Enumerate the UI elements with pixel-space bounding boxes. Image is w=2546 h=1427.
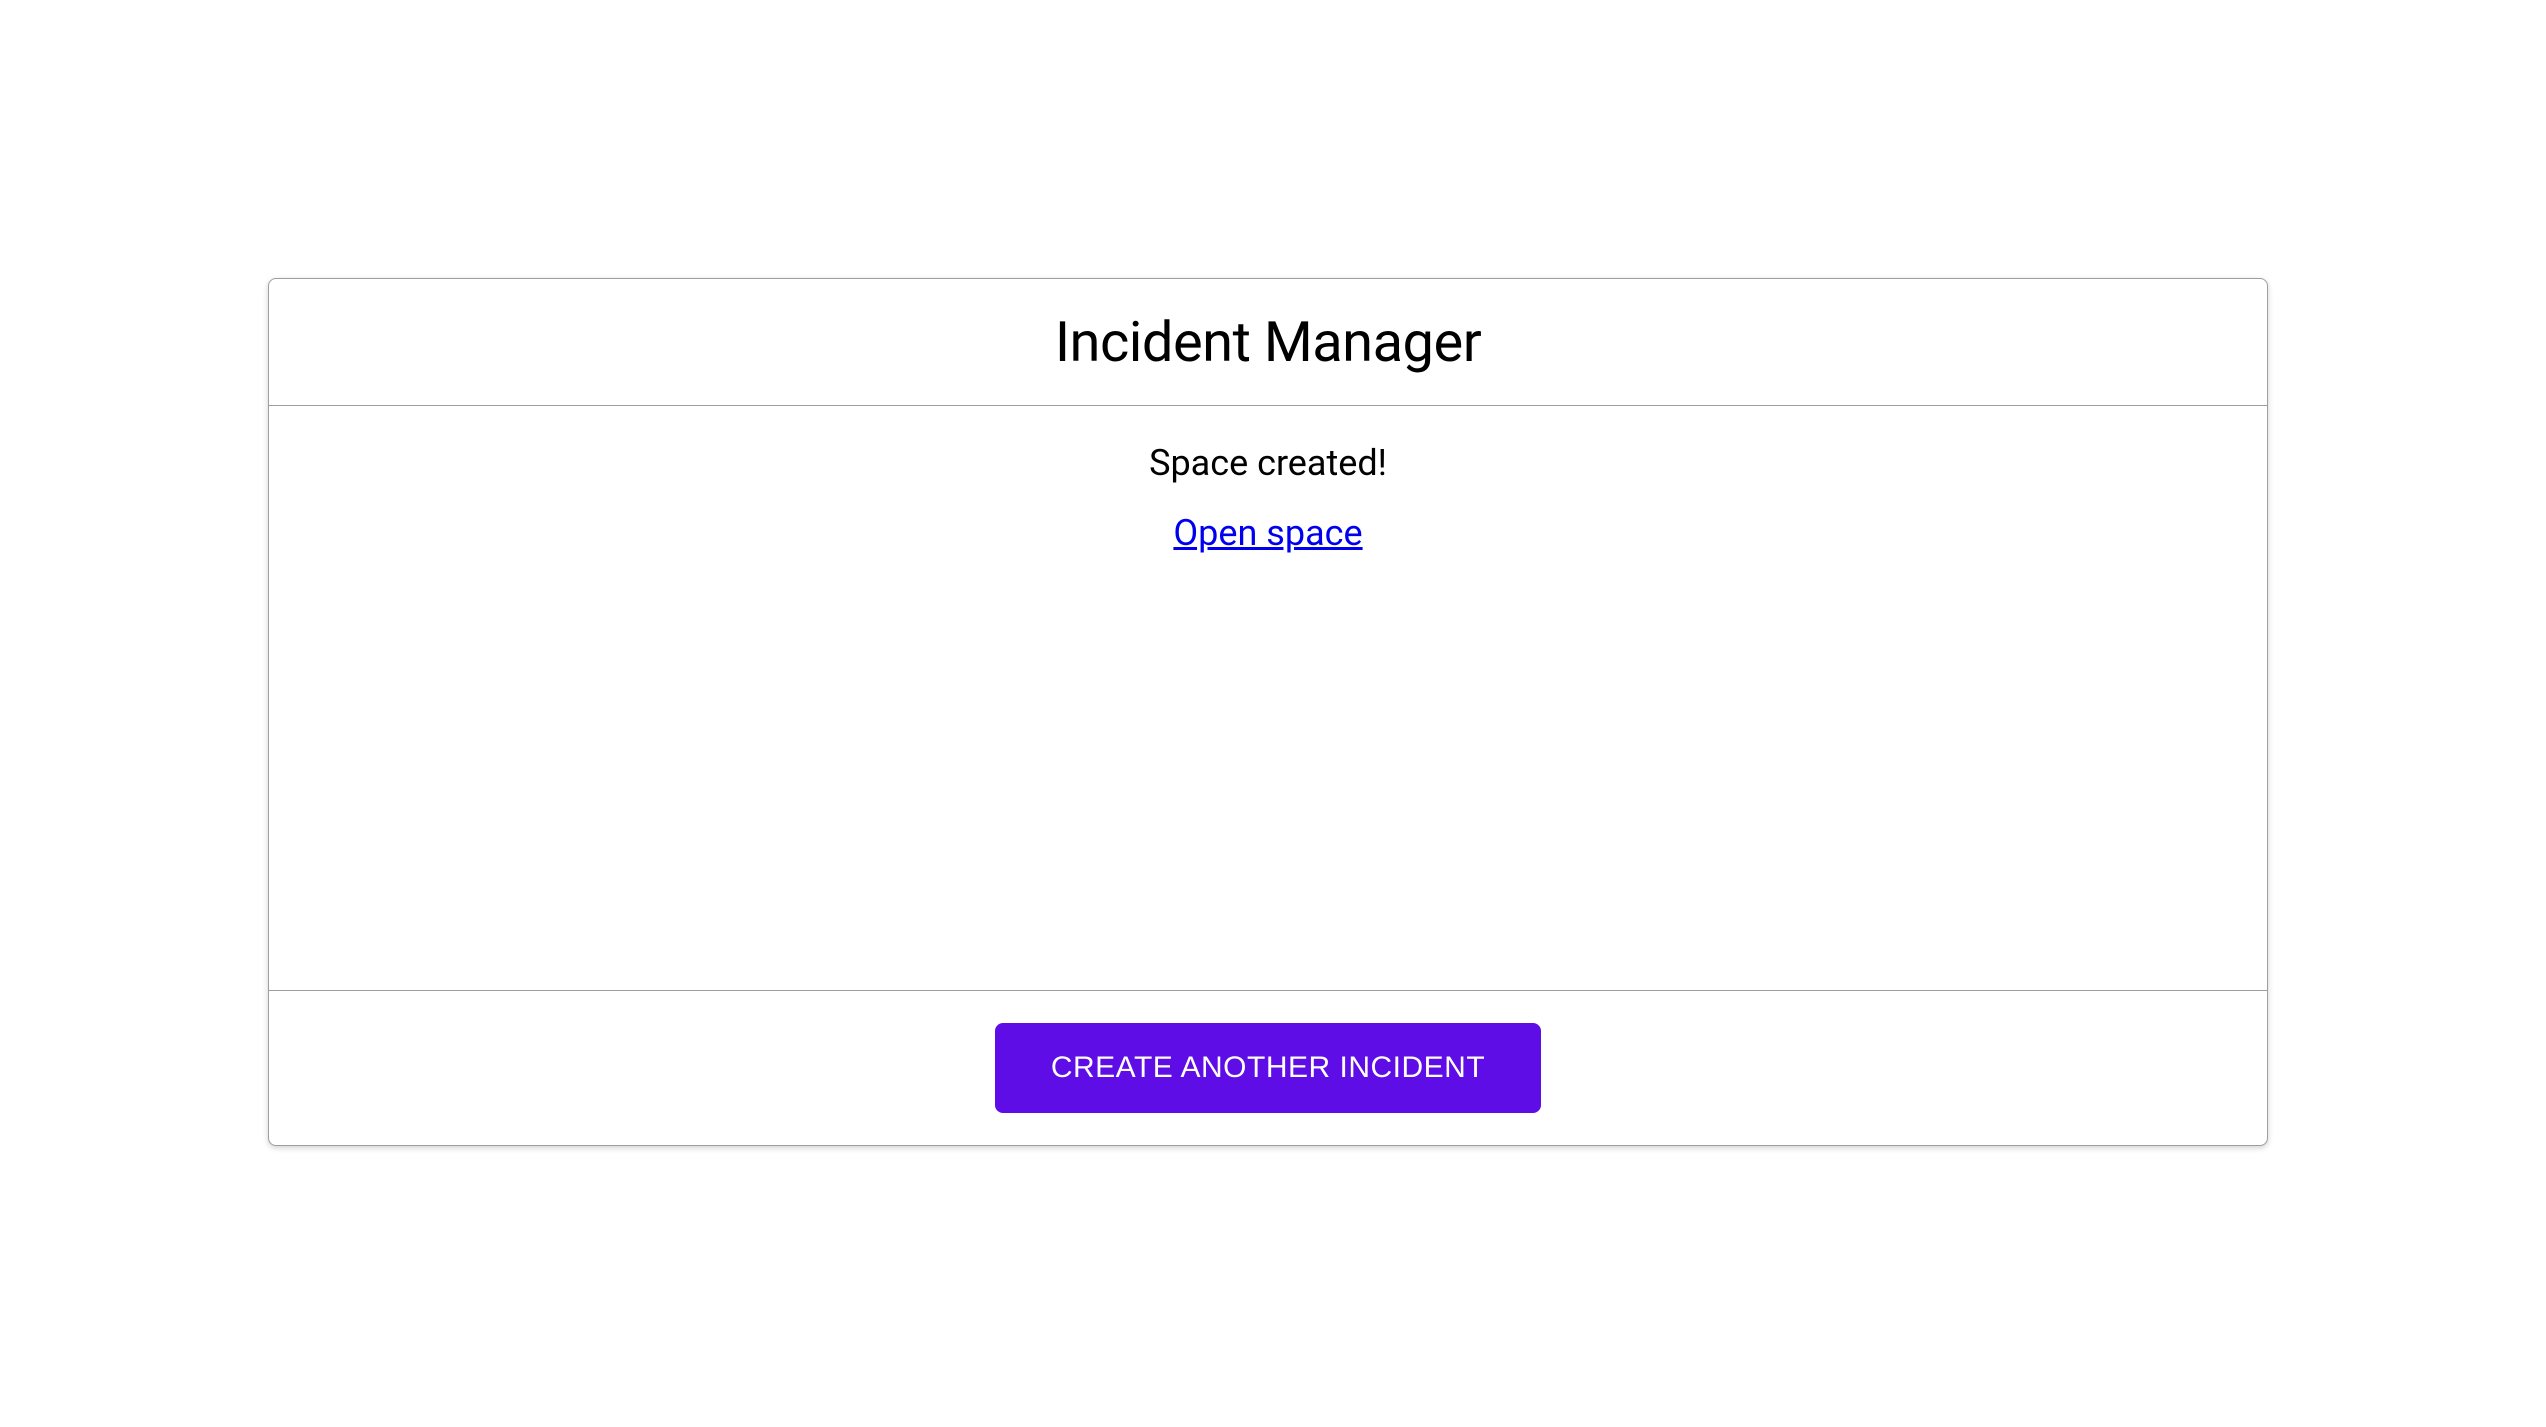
card-body: Space created! Open space: [269, 406, 2267, 991]
create-another-incident-button[interactable]: CREATE ANOTHER INCIDENT: [995, 1023, 1541, 1113]
open-space-link[interactable]: Open space: [1173, 512, 1362, 554]
card-header: Incident Manager: [269, 279, 2267, 406]
incident-manager-card: Incident Manager Space created! Open spa…: [268, 278, 2268, 1146]
card-footer: CREATE ANOTHER INCIDENT: [269, 991, 2267, 1145]
status-message: Space created!: [289, 442, 2247, 484]
page-title: Incident Manager: [289, 309, 2247, 375]
